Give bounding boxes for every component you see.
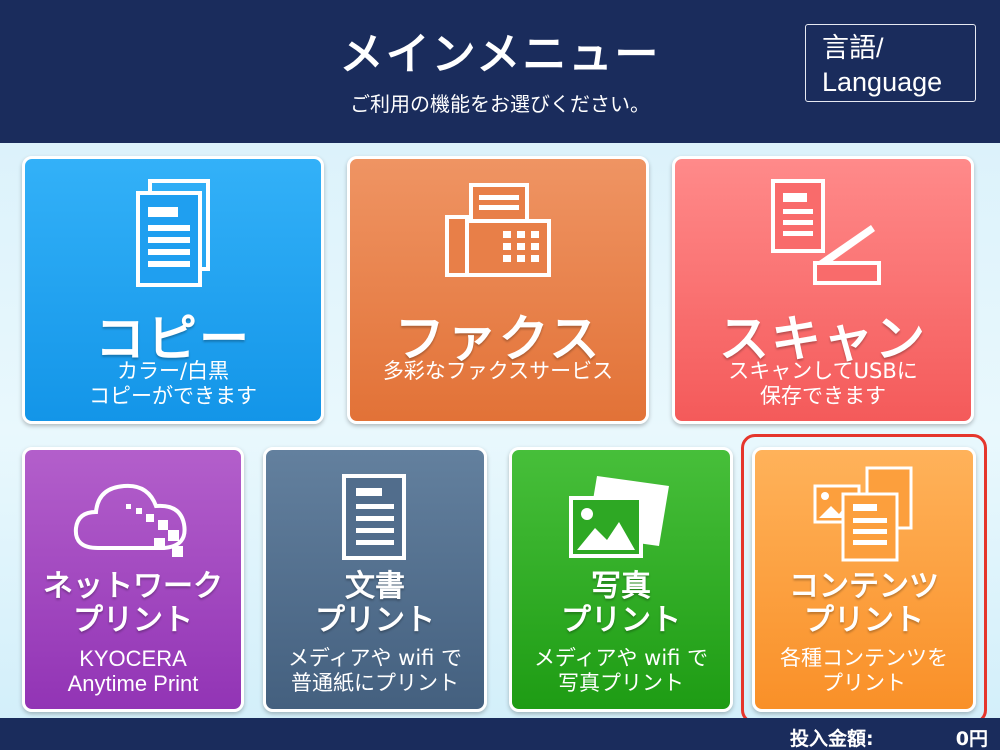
copy-description: カラー/白黒 コピーができます [25, 359, 321, 409]
document-print-label: 文書 プリント [266, 570, 484, 638]
copy-button[interactable]: コピー カラー/白黒 コピーができます [22, 156, 324, 424]
scan-description: スキャンしてUSBに 保存できます [675, 359, 971, 409]
copy-desc-line2: コピーができます [89, 384, 257, 408]
photo-label-line2: プリント [561, 603, 681, 638]
scanner-icon [675, 177, 971, 287]
scan-desc-line1: スキャンしてUSBに [728, 359, 918, 383]
language-button[interactable]: 言語/ Language [805, 24, 976, 102]
copy-desc-line1: カラー/白黒 [116, 359, 230, 383]
document-print-description: メディアや wifi で 普通紙にプリント [266, 646, 484, 696]
photo-print-description: メディアや wifi で 写真プリント [512, 646, 730, 696]
amount-value: 0円 [955, 728, 988, 750]
photo-print-label: 写真 プリント [512, 570, 730, 638]
fax-description: 多彩なファクスサービス [382, 359, 614, 383]
photo-print-button[interactable]: 写真 プリント メディアや wifi で 写真プリント [509, 447, 733, 712]
photo-label-line1: 写真 [591, 569, 651, 604]
amount-label: 投入金額: [790, 728, 874, 750]
photo-desc-line1: メディアや wifi で [533, 646, 709, 670]
network-print-description: KYOCERA Anytime Print [25, 646, 241, 696]
scan-desc-line2: 保存できます [760, 384, 886, 408]
document-print-button[interactable]: 文書 プリント メディアや wifi で 普通紙にプリント [263, 447, 487, 712]
network-desc-line1: KYOCERA [79, 646, 187, 671]
fax-button[interactable]: ファクス 多彩なファクスサービス [347, 156, 649, 424]
language-label-en: Language [822, 67, 943, 97]
fax-icon [350, 181, 646, 281]
header: メインメニュー ご利用の機能をお選びください。 言語/ Language [0, 0, 1000, 143]
network-label-line1: ネットワーク [43, 569, 223, 604]
scan-button[interactable]: スキャン スキャンしてUSBに 保存できます [672, 156, 974, 424]
copy-icon [25, 177, 321, 287]
network-print-label: ネットワーク プリント [25, 570, 241, 638]
language-label-ja: 言語/ [822, 33, 884, 63]
footer: 投入金額: 0円 [0, 718, 1000, 750]
document-label-line1: 文書 [345, 569, 405, 604]
document-icon [266, 472, 484, 562]
document-label-line2: プリント [315, 603, 435, 638]
cloud-icon [25, 470, 241, 560]
selection-highlight [741, 434, 987, 724]
network-desc-line2: Anytime Print [67, 671, 199, 696]
network-print-button[interactable]: ネットワーク プリント KYOCERA Anytime Print [22, 447, 244, 712]
photo-icon [512, 468, 730, 563]
document-desc-line2: 普通紙にプリント [291, 671, 459, 695]
document-desc-line1: メディアや wifi で [287, 646, 463, 670]
network-label-line2: プリント [73, 603, 193, 638]
photo-desc-line2: 写真プリント [558, 671, 684, 695]
